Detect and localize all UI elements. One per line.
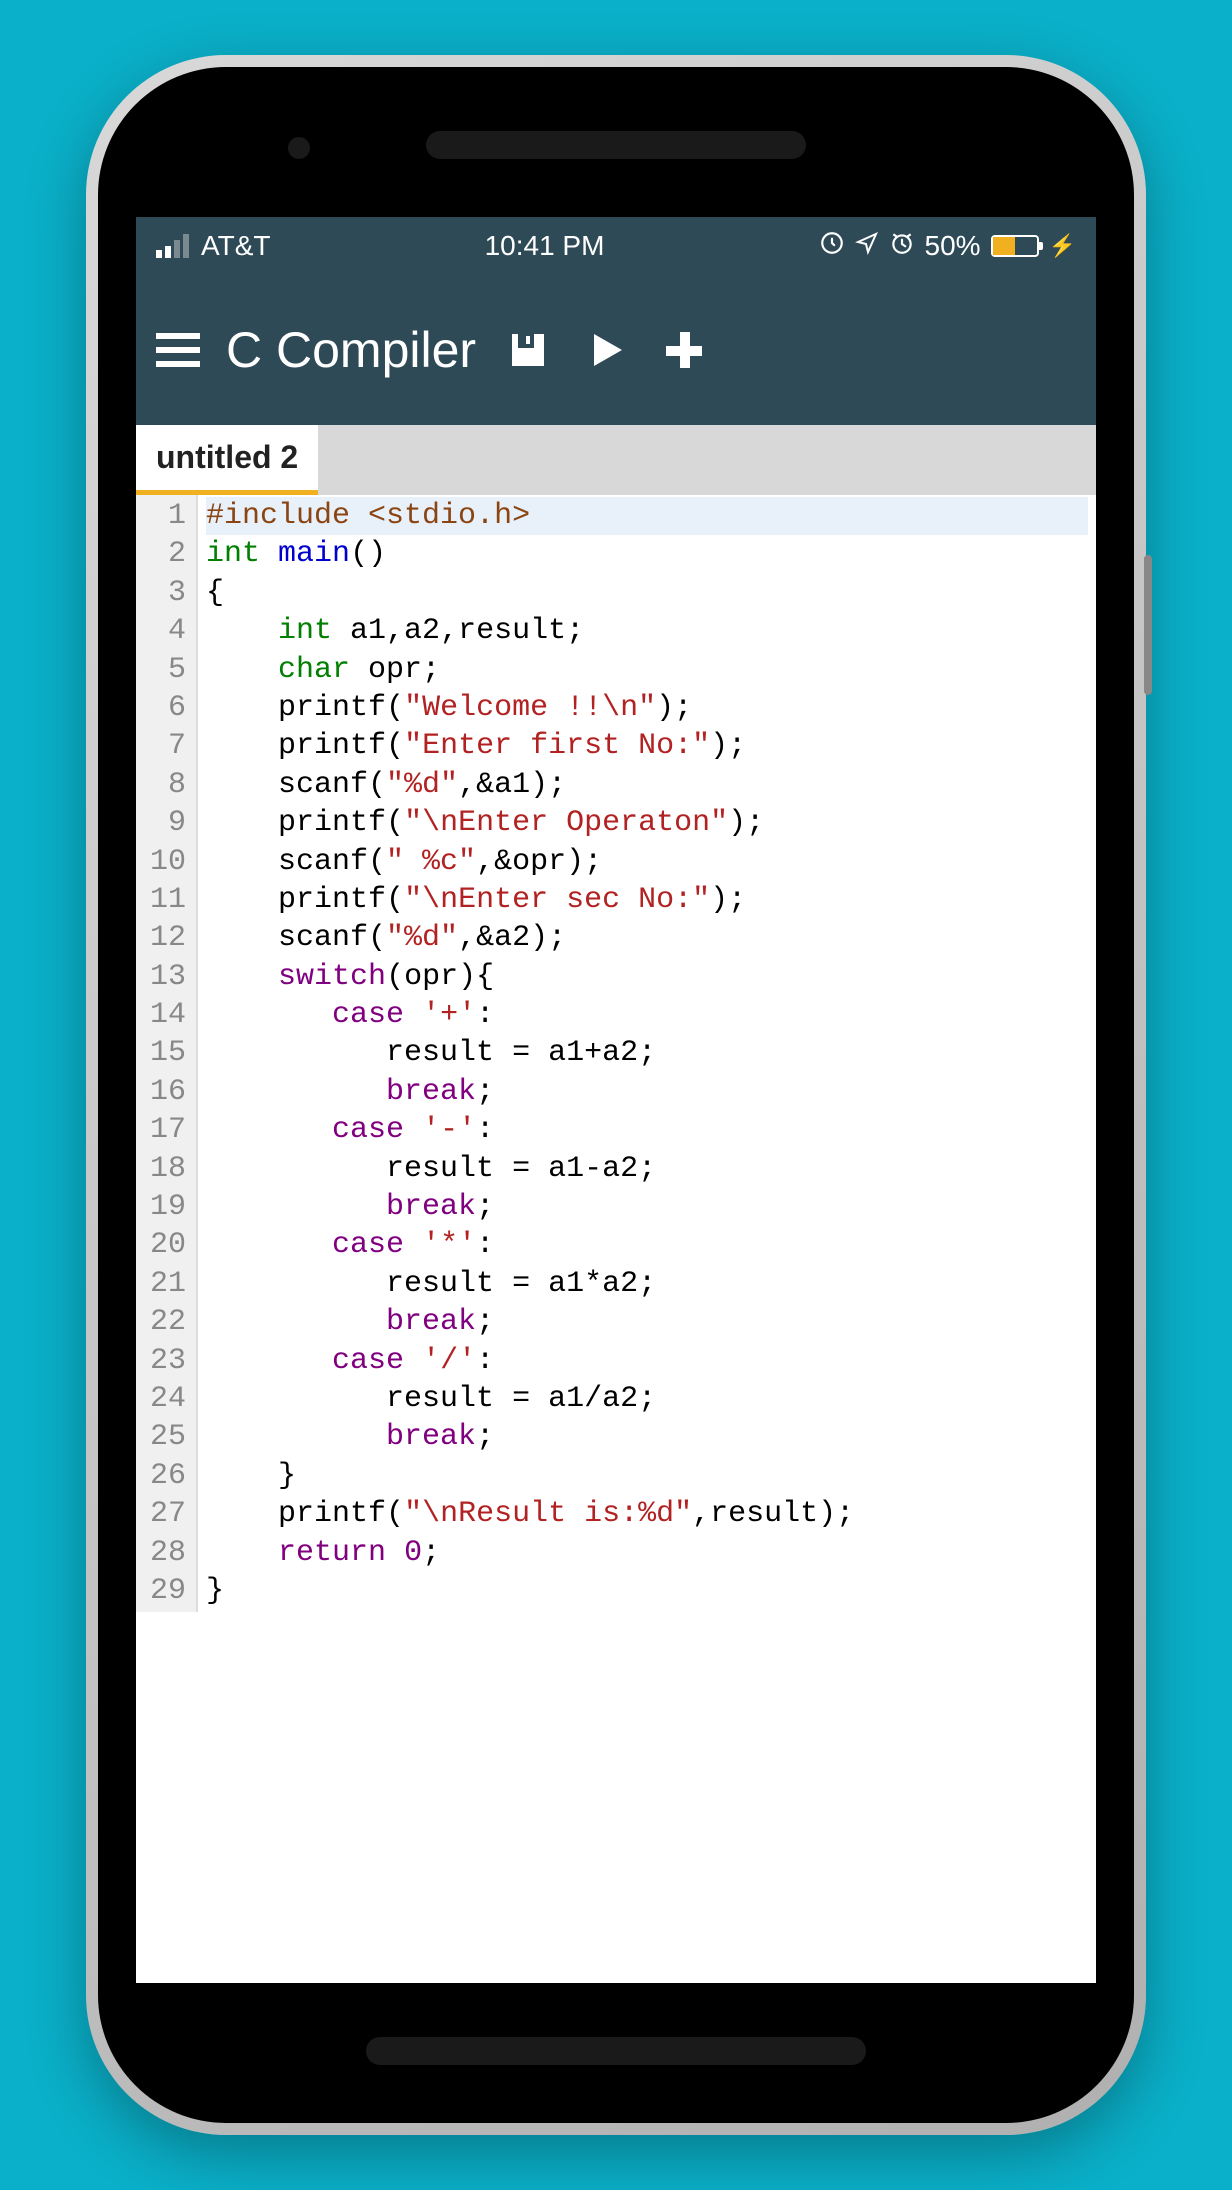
line-number: 10 <box>150 843 186 881</box>
code-line[interactable]: case '+': <box>206 996 1088 1034</box>
tab-label: untitled 2 <box>156 439 298 476</box>
code-line[interactable]: scanf(" %c",&opr); <box>206 843 1088 881</box>
app-header: C Compiler <box>136 275 1096 425</box>
line-number: 27 <box>150 1495 186 1533</box>
code-line[interactable]: scanf("%d",&a2); <box>206 919 1088 957</box>
line-number: 21 <box>150 1265 186 1303</box>
status-left: AT&T <box>156 230 270 262</box>
phone-bottom-speaker <box>366 2037 866 2065</box>
code-line[interactable]: break; <box>206 1188 1088 1226</box>
line-number: 17 <box>150 1111 186 1149</box>
line-number: 16 <box>150 1073 186 1111</box>
code-line[interactable]: break; <box>206 1303 1088 1341</box>
status-time: 10:41 PM <box>485 230 605 262</box>
line-number: 19 <box>150 1188 186 1226</box>
tab-bar: untitled 2 <box>136 425 1096 495</box>
code-line[interactable]: scanf("%d",&a1); <box>206 766 1088 804</box>
line-number: 4 <box>150 612 186 650</box>
line-number: 3 <box>150 574 186 612</box>
rotation-lock-icon <box>819 230 845 263</box>
phone-camera <box>288 137 310 159</box>
code-line[interactable]: result = a1*a2; <box>206 1265 1088 1303</box>
line-number: 6 <box>150 689 186 727</box>
line-number: 25 <box>150 1418 186 1456</box>
line-number: 7 <box>150 727 186 765</box>
code-line[interactable]: result = a1-a2; <box>206 1150 1088 1188</box>
line-number: 12 <box>150 919 186 957</box>
alarm-icon <box>889 230 915 263</box>
code-line[interactable]: } <box>206 1572 1088 1610</box>
code-line[interactable]: int main() <box>206 535 1088 573</box>
status-bar: AT&T 10:41 PM 50% <box>136 217 1096 275</box>
charging-icon: ⚡ <box>1049 233 1076 259</box>
line-number: 18 <box>150 1150 186 1188</box>
code-line[interactable]: { <box>206 574 1088 612</box>
code-line[interactable]: break; <box>206 1073 1088 1111</box>
line-number: 28 <box>150 1534 186 1572</box>
menu-icon[interactable] <box>156 333 200 367</box>
line-number: 14 <box>150 996 186 1034</box>
status-right: 50% ⚡ <box>819 230 1076 263</box>
phone-frame: AT&T 10:41 PM 50% <box>86 55 1146 2135</box>
line-number: 11 <box>150 881 186 919</box>
phone-side-button <box>1144 555 1152 695</box>
code-line[interactable]: printf("Enter first No:"); <box>206 727 1088 765</box>
code-line[interactable]: result = a1/a2; <box>206 1380 1088 1418</box>
battery-pct: 50% <box>925 230 981 262</box>
code-line[interactable]: printf("\nResult is:%d",result); <box>206 1495 1088 1533</box>
code-content[interactable]: #include <stdio.h>int main(){ int a1,a2,… <box>198 495 1096 1612</box>
line-number: 2 <box>150 535 186 573</box>
phone-body: AT&T 10:41 PM 50% <box>98 67 1134 2123</box>
code-line[interactable]: printf("Welcome !!\n"); <box>206 689 1088 727</box>
phone-screen: AT&T 10:41 PM 50% <box>136 217 1096 1983</box>
code-line[interactable]: printf("\nEnter sec No:"); <box>206 881 1088 919</box>
code-line[interactable]: } <box>206 1457 1088 1495</box>
code-line[interactable]: result = a1+a2; <box>206 1034 1088 1072</box>
code-line[interactable]: int a1,a2,result; <box>206 612 1088 650</box>
line-number: 22 <box>150 1303 186 1341</box>
signal-icon <box>156 234 189 258</box>
code-line[interactable]: printf("\nEnter Operaton"); <box>206 804 1088 842</box>
save-button[interactable] <box>502 324 554 376</box>
line-gutter: 1234567891011121314151617181920212223242… <box>136 495 198 1612</box>
code-line[interactable]: break; <box>206 1418 1088 1456</box>
line-number: 1 <box>150 497 186 535</box>
code-line[interactable]: return 0; <box>206 1534 1088 1572</box>
line-number: 29 <box>150 1572 186 1610</box>
app-title: C Compiler <box>226 321 476 379</box>
line-number: 23 <box>150 1342 186 1380</box>
run-button[interactable] <box>580 324 632 376</box>
line-number: 13 <box>150 958 186 996</box>
line-number: 5 <box>150 651 186 689</box>
line-number: 24 <box>150 1380 186 1418</box>
line-number: 9 <box>150 804 186 842</box>
line-number: 15 <box>150 1034 186 1072</box>
code-line[interactable]: char opr; <box>206 651 1088 689</box>
code-editor[interactable]: 1234567891011121314151617181920212223242… <box>136 495 1096 1612</box>
new-button[interactable] <box>658 324 710 376</box>
line-number: 8 <box>150 766 186 804</box>
location-icon <box>855 230 879 262</box>
tab-active[interactable]: untitled 2 <box>136 425 318 495</box>
code-line[interactable]: case '/': <box>206 1342 1088 1380</box>
code-line[interactable]: case '*': <box>206 1226 1088 1264</box>
code-line[interactable]: switch(opr){ <box>206 958 1088 996</box>
battery-icon <box>991 235 1039 257</box>
code-line[interactable]: #include <stdio.h> <box>206 497 1088 535</box>
line-number: 26 <box>150 1457 186 1495</box>
code-line[interactable]: case '-': <box>206 1111 1088 1149</box>
line-number: 20 <box>150 1226 186 1264</box>
phone-speaker <box>426 131 806 159</box>
carrier-label: AT&T <box>201 230 270 262</box>
